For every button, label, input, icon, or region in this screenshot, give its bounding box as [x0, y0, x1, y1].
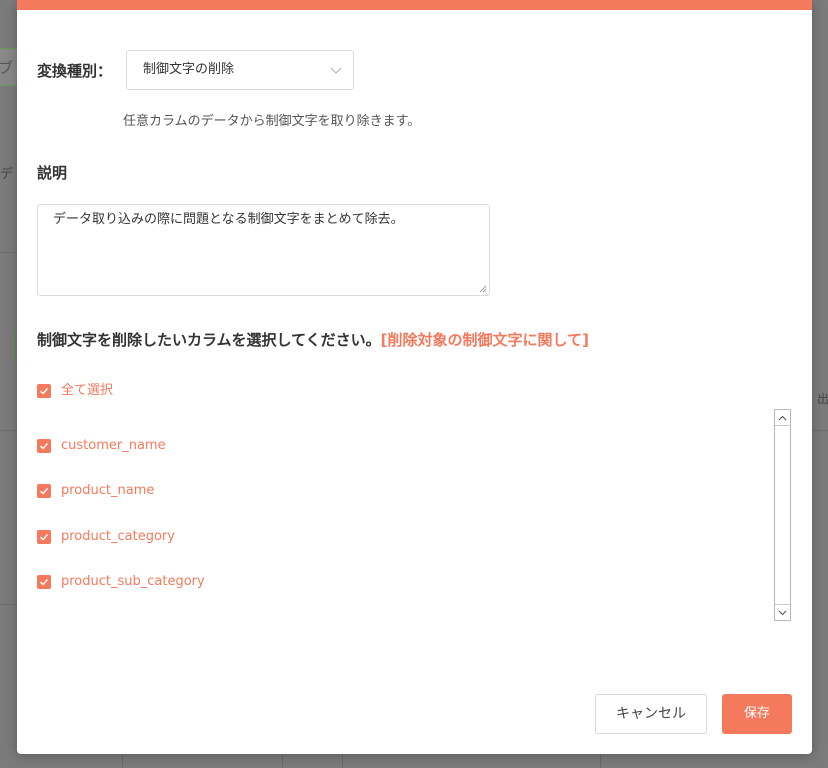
conversion-settings-dialog: 変換種別： 制御文字の削除 任意カラムのデータから制御文字を取り除きます。 説明… [17, 0, 812, 754]
description-textarea[interactable]: データ取り込みの際に問題となる制御文字をまとめて除去。 [37, 204, 490, 296]
background-divider [0, 604, 17, 605]
background-divider [0, 252, 17, 253]
checkbox-checked-icon[interactable] [37, 384, 51, 398]
checkbox-checked-icon[interactable] [37, 575, 51, 589]
background-column-divider [600, 754, 601, 768]
conversion-type-select[interactable]: 制御文字の削除 [126, 50, 354, 90]
column-label: product_category [61, 529, 175, 544]
background-column-divider [122, 754, 123, 768]
resize-grip-icon[interactable] [479, 285, 487, 293]
column-checkbox-product-name[interactable]: product_name [37, 482, 154, 500]
column-label: customer_name [61, 438, 166, 453]
scroll-down-button[interactable] [775, 604, 790, 620]
chevron-down-icon [778, 610, 787, 615]
background-text-fragment: 出 [817, 392, 828, 406]
column-label: product_name [61, 483, 155, 498]
check-icon [40, 443, 49, 450]
description-label: 説明 [37, 164, 68, 182]
background-column-divider [282, 754, 283, 768]
select-all-checkbox[interactable]: 全て選択 [37, 382, 113, 400]
background-divider [812, 430, 828, 431]
background-table-footer [0, 754, 828, 768]
conversion-type-label: 変換種別： [37, 62, 113, 80]
check-icon [40, 579, 49, 586]
check-icon [40, 534, 49, 541]
chevron-down-icon [330, 67, 342, 74]
dialog-accent-bar [17, 0, 812, 10]
background-column-divider [342, 754, 343, 768]
column-checkbox-customer-name[interactable]: customer_name [37, 437, 166, 455]
background-divider [0, 430, 17, 431]
conversion-type-description: 任意カラムのデータから制御文字を取り除きます。 [123, 114, 421, 129]
column-selection-heading: 制御文字を削除したいカラムを選択してください。 [37, 331, 381, 349]
description-text: データ取り込みの際に問題となる制御文字をまとめて除去。 [53, 212, 404, 227]
control-char-info-link[interactable]: [削除対象の制御文字に関して] [381, 331, 589, 349]
checkbox-checked-icon[interactable] [37, 439, 51, 453]
column-checkbox-product-category[interactable]: product_category [37, 528, 175, 546]
column-list-scrollbar[interactable] [774, 409, 791, 621]
check-icon [40, 488, 49, 495]
checkbox-checked-icon[interactable] [37, 484, 51, 498]
conversion-type-value: 制御文字の削除 [143, 62, 235, 77]
column-checkbox-product-sub-category[interactable]: product_sub_category [37, 573, 205, 591]
save-button[interactable]: 保存 [722, 694, 792, 734]
select-all-label: 全て選択 [61, 383, 114, 398]
chevron-up-icon [778, 415, 787, 420]
checkbox-checked-icon[interactable] [37, 530, 51, 544]
column-label: product_sub_category [61, 574, 205, 589]
background-text-fragment: ブ [0, 59, 14, 77]
background-text-fragment: デ [0, 167, 14, 182]
cancel-button[interactable]: キャンセル [595, 694, 707, 734]
background-button-fragment: ブ [0, 48, 18, 86]
check-icon [40, 388, 49, 395]
column-selection-title: 制御文字を削除したいカラムを選択してください。[削除対象の制御文字に関して] [37, 329, 589, 351]
scroll-up-button[interactable] [775, 410, 790, 426]
